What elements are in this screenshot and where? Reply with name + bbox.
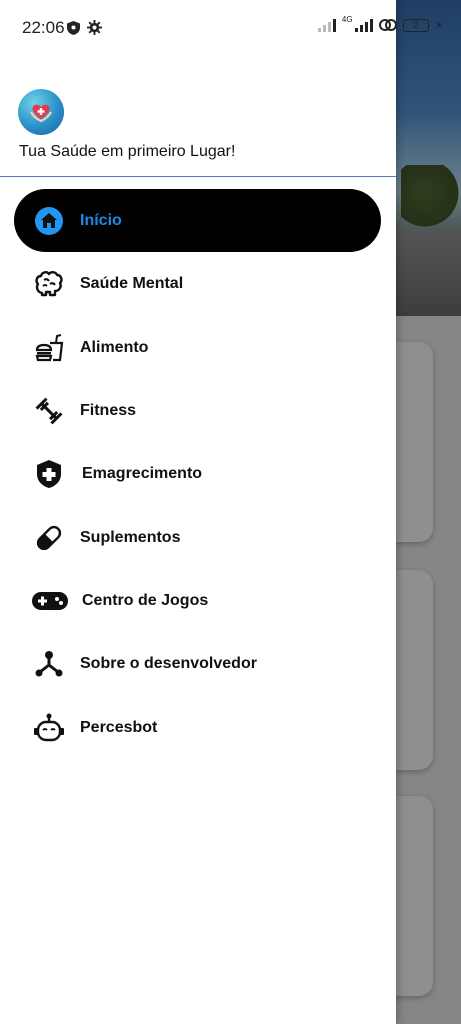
background-road <box>391 230 461 316</box>
gamepad-icon <box>30 584 70 618</box>
battery-icon: 2 <box>402 18 429 32</box>
menu-item-emagrecimento[interactable]: Emagrecimento <box>14 442 381 505</box>
dumbbell-icon <box>32 394 66 428</box>
status-right-group: 4G 2 ⚡ <box>317 14 443 32</box>
menu-item-sobre-o-desenvolvedor[interactable]: Sobre o desenvolvedor <box>14 632 381 695</box>
shield-icon <box>67 21 80 35</box>
menu-item-label: Suplementos <box>80 528 181 546</box>
menu-item-label: Fitness <box>80 401 137 419</box>
charging-icon: ⚡ <box>434 18 443 32</box>
heart-hands-icon <box>30 104 52 123</box>
battery-level: 2 <box>413 20 419 30</box>
hub-icon <box>32 647 66 681</box>
robot-icon <box>32 711 66 745</box>
menu-item-fitness[interactable]: Fitness <box>14 379 381 442</box>
menu-item-label: Centro de Jogos <box>82 591 209 609</box>
status-time: 22:06 <box>22 18 65 37</box>
menu-item-label: Início <box>80 211 122 229</box>
link-icon <box>378 19 397 31</box>
menu-item-label: Percesbot <box>80 718 158 736</box>
menu-item-label: Alimento <box>80 338 149 356</box>
home-icon <box>32 204 66 238</box>
app-logo <box>18 89 64 135</box>
gear-icon <box>87 20 102 35</box>
header-divider <box>0 176 396 177</box>
pill-icon <box>32 521 66 555</box>
menu-item-label: Saúde Mental <box>80 274 184 292</box>
background-tree <box>401 165 461 235</box>
menu-item-alimento[interactable]: Alimento <box>14 316 381 379</box>
menu-item-suplementos[interactable]: Suplementos <box>14 506 381 569</box>
signal-icon <box>317 18 336 32</box>
menu-item-inicio[interactable]: Início <box>14 189 381 252</box>
menu-item-label: Emagrecimento <box>82 464 203 482</box>
navigation-drawer: Tua Saúde em primeiro Lugar! Início Saúd… <box>0 0 396 1024</box>
menu-item-saude-mental[interactable]: Saúde Mental <box>14 252 381 315</box>
fastfood-icon <box>32 331 66 365</box>
status-bar: 22:06 4G 2 ⚡ <box>0 0 461 56</box>
signal-4g-icon <box>354 18 373 32</box>
menu-item-centro-de-jogos[interactable]: Centro de Jogos <box>14 569 381 632</box>
drawer-header-title: Tua Saúde em primeiro Lugar! <box>19 143 236 160</box>
menu-item-label: Sobre o desenvolvedor <box>80 654 257 672</box>
health-shield-icon <box>32 457 66 491</box>
brain-icon <box>32 267 66 301</box>
menu-item-percesbot[interactable]: Percesbot <box>14 696 381 759</box>
network-type: 4G <box>341 14 353 24</box>
